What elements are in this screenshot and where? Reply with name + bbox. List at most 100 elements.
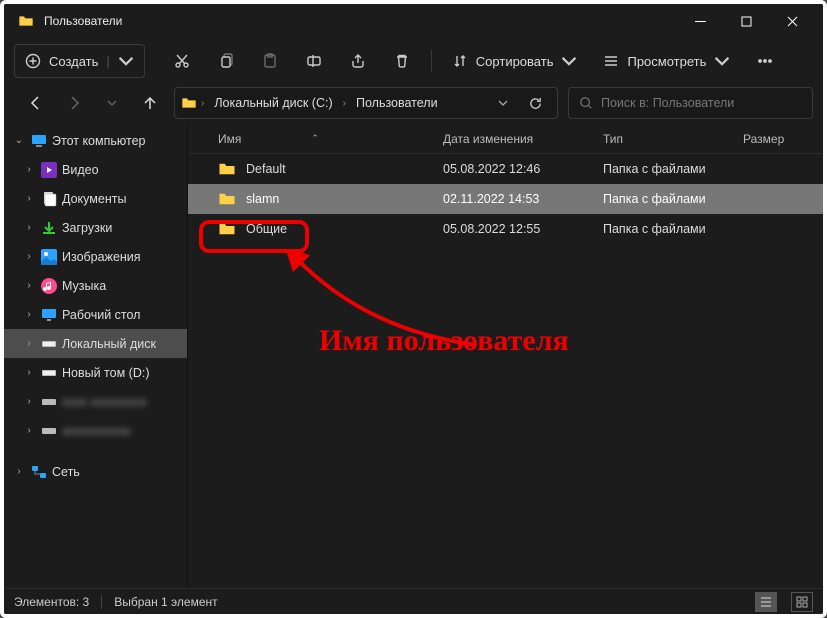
- scissors-icon: [174, 53, 190, 69]
- folder-icon: [18, 13, 34, 29]
- share-icon: [350, 53, 366, 69]
- dots-icon: [757, 53, 773, 69]
- rename-button[interactable]: [295, 44, 333, 78]
- sidebar-documents[interactable]: ›Документы: [4, 184, 187, 213]
- new-button[interactable]: Создать |: [14, 44, 145, 78]
- sidebar-hidden-2[interactable]: ›xxxxxxxxxxx: [4, 416, 187, 445]
- file-list: Имя⌃ Дата изменения Тип Размер Default 0…: [188, 124, 823, 588]
- expand-icon[interactable]: ›: [12, 466, 26, 477]
- expand-icon[interactable]: ›: [22, 193, 36, 204]
- table-row[interactable]: Общие 05.08.2022 12:55 Папка с файлами: [188, 214, 823, 244]
- more-button[interactable]: [746, 44, 784, 78]
- sort-button[interactable]: Сортировать: [442, 44, 588, 78]
- sidebar-hidden-1[interactable]: ›xxxx xxxxxxxxx: [4, 387, 187, 416]
- pictures-icon: [40, 248, 58, 266]
- icons-view-button[interactable]: [791, 592, 813, 612]
- explorer-window: Пользователи Создать | Сортировать Просм…: [0, 0, 827, 618]
- folder-icon: [218, 190, 236, 208]
- expand-icon[interactable]: ›: [22, 309, 36, 320]
- sidebar-network[interactable]: ›Сеть: [4, 457, 187, 486]
- table-row[interactable]: slamn 02.11.2022 14:53 Папка с файлами: [188, 184, 823, 214]
- col-modified[interactable]: Дата изменения: [443, 124, 603, 153]
- sidebar-videos[interactable]: ›Видео: [4, 155, 187, 184]
- sidebar-downloads[interactable]: ›Загрузки: [4, 213, 187, 242]
- address-bar[interactable]: › Локальный диск (C:) › Пользователи: [174, 87, 558, 119]
- forward-button[interactable]: [60, 89, 88, 117]
- drive-icon: [40, 422, 58, 440]
- col-name[interactable]: Имя⌃: [218, 124, 443, 153]
- copy-icon: [218, 53, 234, 69]
- titlebar: Пользователи: [4, 4, 823, 38]
- folder-icon: [181, 95, 197, 111]
- expand-icon[interactable]: ›: [22, 222, 36, 233]
- window-title: Пользователи: [44, 14, 122, 28]
- breadcrumb-users[interactable]: Пользователи: [350, 88, 444, 118]
- expand-icon[interactable]: ›: [22, 164, 36, 175]
- sidebar-music[interactable]: ›Музыка: [4, 271, 187, 300]
- folder-icon: [218, 160, 236, 178]
- collapse-icon[interactable]: ⌄: [12, 135, 26, 146]
- body: ⌄ Этот компьютер ›Видео ›Документы ›Загр…: [4, 124, 823, 588]
- recent-button[interactable]: [98, 89, 126, 117]
- view-label: Просмотреть: [627, 54, 706, 69]
- view-button[interactable]: Просмотреть: [593, 44, 740, 78]
- trash-icon: [394, 53, 410, 69]
- search-placeholder: Поиск в: Пользователи: [601, 96, 734, 110]
- col-size[interactable]: Размер: [743, 124, 823, 153]
- sidebar-localdisk[interactable]: ›Локальный диск: [4, 329, 187, 358]
- chevron-down-icon: [118, 53, 134, 69]
- downloads-icon: [40, 219, 58, 237]
- col-type[interactable]: Тип: [603, 124, 743, 153]
- sort-icon: [452, 53, 468, 69]
- cut-button[interactable]: [163, 44, 201, 78]
- drive-icon: [40, 335, 58, 353]
- sidebar-newvol[interactable]: ›Новый том (D:): [4, 358, 187, 387]
- sidebar-desktop[interactable]: ›Рабочий стол: [4, 300, 187, 329]
- minimize-button[interactable]: [677, 4, 723, 38]
- chevron-right-icon: ›: [201, 98, 204, 109]
- status-bar: Элементов: 3 Выбран 1 элемент: [4, 588, 823, 614]
- expand-icon[interactable]: ›: [22, 338, 36, 349]
- details-view-button[interactable]: [755, 592, 777, 612]
- table-row[interactable]: Default 05.08.2022 12:46 Папка с файлами: [188, 154, 823, 184]
- delete-button[interactable]: [383, 44, 421, 78]
- sidebar: ⌄ Этот компьютер ›Видео ›Документы ›Загр…: [4, 124, 188, 588]
- documents-icon: [40, 190, 58, 208]
- maximize-button[interactable]: [723, 4, 769, 38]
- monitor-icon: [30, 132, 48, 150]
- list-icon: [603, 53, 619, 69]
- copy-button[interactable]: [207, 44, 245, 78]
- status-selected: Выбран 1 элемент: [114, 595, 217, 609]
- drive-icon: [40, 364, 58, 382]
- share-button[interactable]: [339, 44, 377, 78]
- expand-icon[interactable]: ›: [22, 396, 36, 407]
- chevron-down-icon: [714, 53, 730, 69]
- expand-icon[interactable]: ›: [22, 367, 36, 378]
- paste-button[interactable]: [251, 44, 289, 78]
- chevron-right-icon: ›: [343, 98, 346, 109]
- up-button[interactable]: [136, 89, 164, 117]
- sort-asc-icon: ⌃: [311, 133, 319, 144]
- refresh-button[interactable]: [519, 87, 551, 119]
- clipboard-icon: [262, 53, 278, 69]
- close-button[interactable]: [769, 4, 815, 38]
- breadcrumb-localdisk[interactable]: Локальный диск (C:): [208, 88, 338, 118]
- history-dropdown[interactable]: [491, 89, 515, 117]
- search-input[interactable]: Поиск в: Пользователи: [568, 87, 813, 119]
- rename-icon: [306, 53, 322, 69]
- back-button[interactable]: [22, 89, 50, 117]
- sidebar-this-pc[interactable]: ⌄ Этот компьютер: [4, 126, 187, 155]
- search-icon: [579, 96, 593, 110]
- expand-icon[interactable]: ›: [22, 280, 36, 291]
- sidebar-pictures[interactable]: ›Изображения: [4, 242, 187, 271]
- toolbar: Создать | Сортировать Просмотреть: [4, 38, 823, 84]
- nav-row: › Локальный диск (C:) › Пользователи Пои…: [4, 84, 823, 124]
- drive-icon: [40, 393, 58, 411]
- expand-icon[interactable]: ›: [22, 251, 36, 262]
- plus-icon: [25, 53, 41, 69]
- sort-label: Сортировать: [476, 54, 554, 69]
- expand-icon[interactable]: ›: [22, 425, 36, 436]
- column-headers: Имя⌃ Дата изменения Тип Размер: [188, 124, 823, 154]
- new-label: Создать: [49, 54, 98, 69]
- status-count: Элементов: 3: [14, 595, 89, 609]
